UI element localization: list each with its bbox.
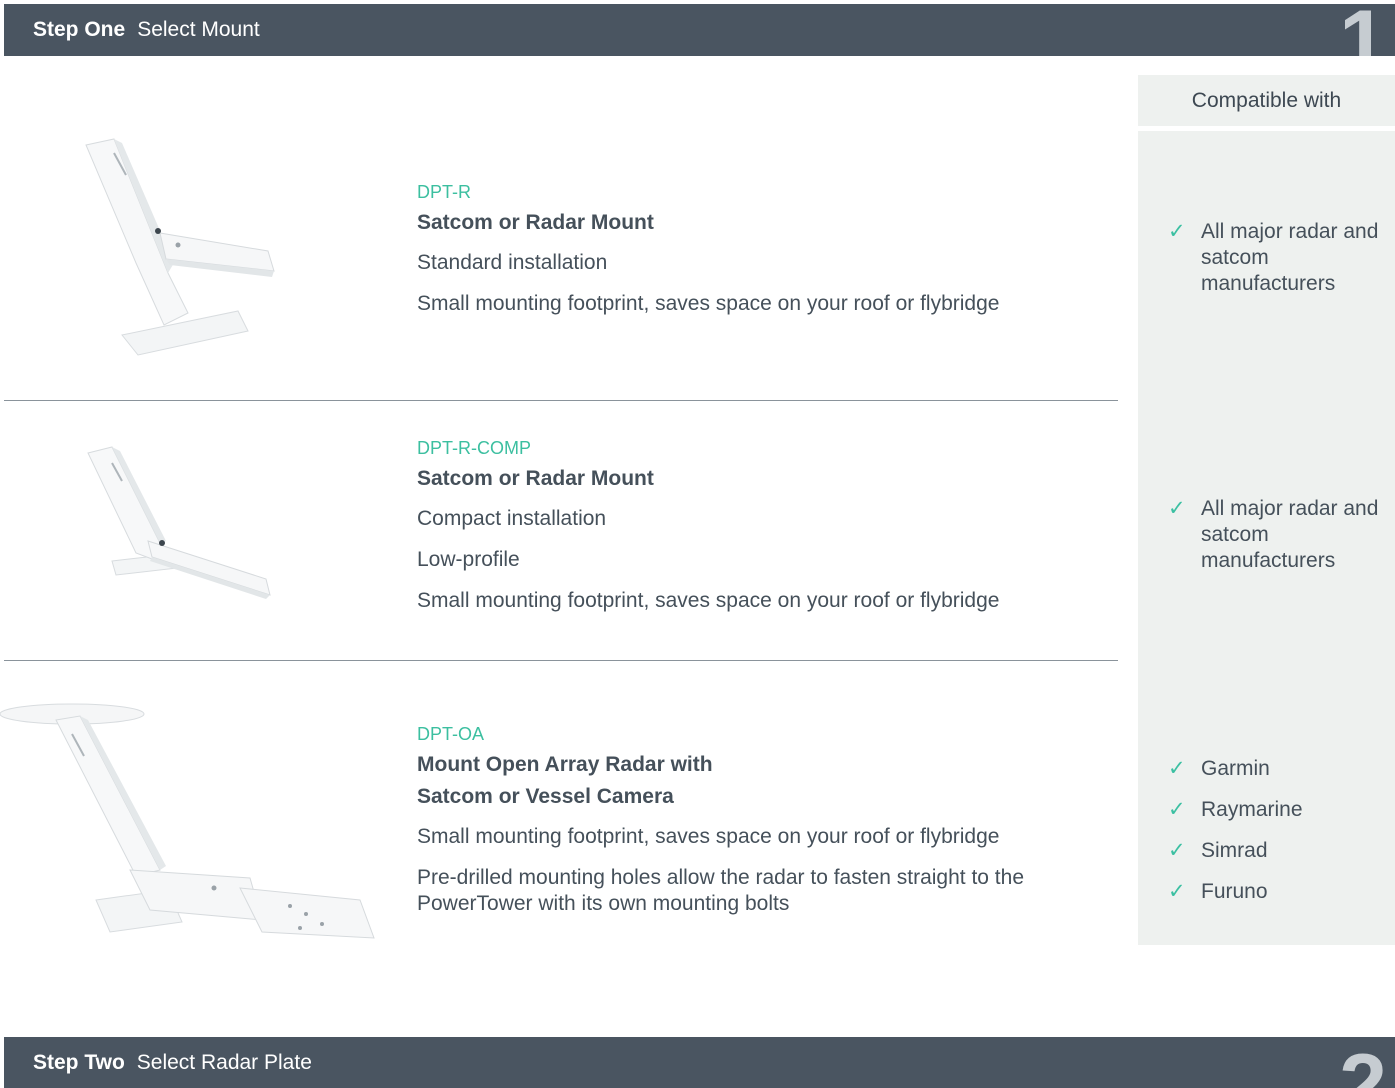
product-title: Mount Open Array Radar with <box>417 753 713 776</box>
product-dpt-oa: DPT-OA Mount Open Array Radar with Satco… <box>417 723 1057 917</box>
compatible-item-label: Furuno <box>1201 880 1268 903</box>
product-feature: Low-profile <box>417 548 520 571</box>
compatible-item-label: All major radar and satcom manufacturers <box>1201 220 1379 295</box>
dpt-oa-compatible-list: ✓ Garmin ✓ Raymarine ✓ Simrad ✓ Furuno <box>1168 756 1303 920</box>
dpt-r-comp-compatible-list: ✓ All major radar and satcom manufacture… <box>1168 496 1388 574</box>
product-feature: Small mounting footprint, saves space on… <box>417 825 1000 848</box>
check-icon: ✓ <box>1168 798 1186 821</box>
step-one-label: Step One Select Mount <box>33 4 260 56</box>
product-title: Satcom or Vessel Camera <box>417 785 674 808</box>
check-icon: ✓ <box>1168 220 1186 243</box>
compatible-item-label: All major radar and satcom manufacturers <box>1201 497 1379 572</box>
product-code: DPT-OA <box>417 724 485 744</box>
row-divider <box>4 400 1118 401</box>
compatible-item: ✓ All major radar and satcom manufacture… <box>1168 219 1388 297</box>
product-dpt-r-comp: DPT-R-COMP Satcom or Radar Mount Compact… <box>417 437 999 614</box>
step-two-number: 2 <box>1339 1037 1387 1088</box>
product-dpt-r: DPT-R Satcom or Radar Mount Standard ins… <box>417 181 999 317</box>
compatible-item-label: Garmin <box>1201 757 1270 780</box>
product-title: Satcom or Radar Mount <box>417 467 654 490</box>
product-code: DPT-R <box>417 182 471 202</box>
step-one-name: Step One <box>33 18 126 41</box>
product-title: Satcom or Radar Mount <box>417 211 654 234</box>
step-one-header: Step One Select Mount 1 <box>4 4 1395 56</box>
step-two-label: Step Two Select Radar Plate <box>33 1037 312 1088</box>
dpt-r-compatible-list: ✓ All major radar and satcom manufacture… <box>1168 219 1388 297</box>
step-two-title: Select Radar Plate <box>136 1051 312 1074</box>
compatible-item-label: Simrad <box>1201 839 1268 862</box>
step-two-header: Step Two Select Radar Plate 2 <box>4 1037 1395 1088</box>
compatible-item: ✓ Simrad <box>1168 838 1303 864</box>
dpt-r-comp-mount-image <box>87 446 271 599</box>
compatible-item: ✓ All major radar and satcom manufacture… <box>1168 496 1388 574</box>
check-icon: ✓ <box>1168 839 1186 862</box>
compatible-with-header: Compatible with <box>1138 75 1395 126</box>
check-icon: ✓ <box>1168 757 1186 780</box>
product-feature: Small mounting footprint, saves space on… <box>417 292 1000 315</box>
compatible-item: ✓ Raymarine <box>1168 797 1303 823</box>
step-one-title: Select Mount <box>137 18 260 41</box>
compatible-item: ✓ Garmin <box>1168 756 1303 782</box>
product-feature: Compact installation <box>417 507 607 530</box>
check-icon: ✓ <box>1168 880 1186 903</box>
product-feature: Pre-drilled mounting holes allow the rad… <box>417 866 1025 915</box>
compatible-item: ✓ Furuno <box>1168 879 1303 905</box>
product-feature: Small mounting footprint, saves space on… <box>417 589 1000 612</box>
row-divider <box>4 660 1118 661</box>
step-one-number: 1 <box>1339 4 1387 56</box>
step-two-name: Step Two <box>33 1051 125 1074</box>
product-code: DPT-R-COMP <box>417 438 531 458</box>
product-feature: Standard installation <box>417 251 608 274</box>
dpt-r-mount-image <box>85 138 275 356</box>
compatible-item-label: Raymarine <box>1201 798 1303 821</box>
check-icon: ✓ <box>1168 497 1186 520</box>
dpt-oa-mount-image <box>0 703 375 939</box>
